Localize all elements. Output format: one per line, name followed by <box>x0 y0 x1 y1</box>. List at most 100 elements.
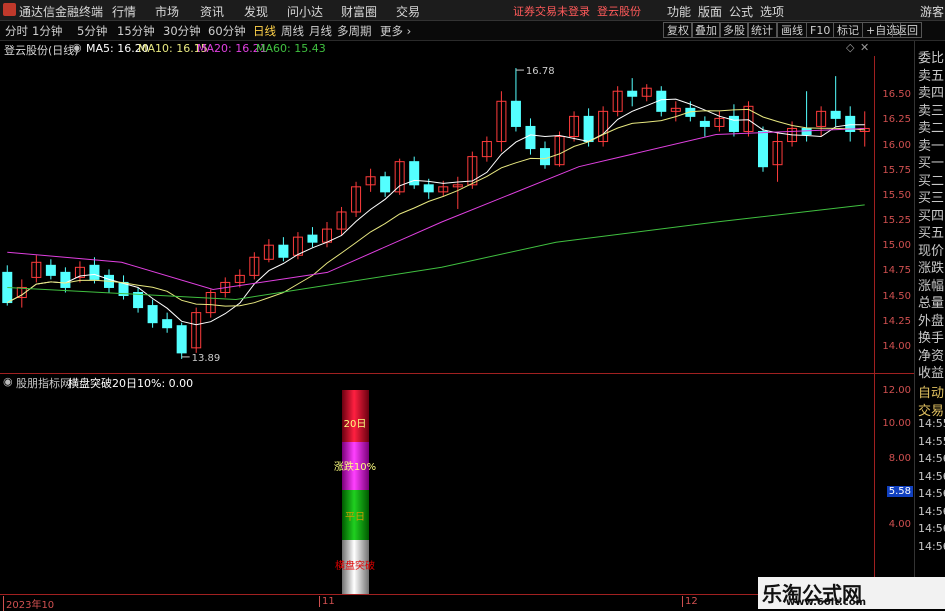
adjust-button[interactable]: 复权 <box>663 22 693 38</box>
trade-time-label[interactable]: 自动 <box>918 382 945 401</box>
candle-body <box>830 110 841 119</box>
trade-time-label[interactable]: 交易 <box>918 400 945 419</box>
candle-body <box>89 264 100 280</box>
candle-body <box>757 130 769 168</box>
candle-body <box>45 264 56 276</box>
quote-label: 卖四 <box>918 86 945 101</box>
trade-time-label: 14:56 <box>918 487 945 500</box>
trade-time-label: 14:56 <box>918 504 945 518</box>
period-60min[interactable]: 60分钟 <box>208 23 246 39</box>
ind-axis-label: 4.00 <box>888 519 911 530</box>
menu-function[interactable]: 功能 <box>667 3 691 20</box>
candle-body <box>525 125 536 150</box>
multi-stock-button[interactable]: 多股 <box>719 22 749 38</box>
login-notice[interactable]: 证券交易未登录 登云股份 <box>513 3 641 19</box>
app-logo-icon <box>3 3 16 16</box>
period-15min[interactable]: 15分钟 <box>117 23 155 39</box>
watermark: 乐淘公式网 www.60lt.com <box>758 577 945 609</box>
price-axis: 16.50 16.25 16.00 15.75 15.50 15.25 15.00 14.75… <box>874 56 915 373</box>
trade-time-label: 14:56 <box>918 469 945 483</box>
period-monthly[interactable]: 月线 <box>309 23 332 39</box>
quote-label: 收益 <box>918 366 945 381</box>
candle-body <box>699 120 710 127</box>
candle-body <box>380 176 391 193</box>
menu-trade[interactable]: 交易 <box>396 3 420 20</box>
watermark-url: www.60lt.com <box>786 597 867 608</box>
price-axis-label: 14.50 <box>882 290 911 302</box>
period-1min[interactable]: 1分钟 <box>32 23 62 39</box>
more-label: 更多 <box>380 24 403 38</box>
period-daily[interactable]: 日线 <box>253 23 276 39</box>
kline-chart[interactable]: 16.78 13.89 <box>0 56 874 373</box>
f10-button[interactable]: F10 <box>806 22 835 38</box>
quote-panel: 委比 卖五 卖四 卖三 卖二 卖一 买一 买二 买三 买四 买五 现价 涨跌 涨幅 总量 外盘 换手 净资 收益 自动… <box>914 41 945 609</box>
period-toolbar: 分时 1分钟 5分钟 15分钟 30分钟 60分钟 日线 周线 月线 多周期 更… <box>0 21 945 41</box>
menu-ask[interactable]: 问小达 <box>287 3 323 20</box>
menu-discover[interactable]: 发现 <box>244 3 268 20</box>
menu-news[interactable]: 资讯 <box>200 3 224 20</box>
candle-body <box>728 115 739 132</box>
menu-layout[interactable]: 版面 <box>698 3 722 20</box>
ind-axis-label: 10.00 <box>882 418 911 429</box>
menu-wealth[interactable]: 财富圈 <box>341 3 377 20</box>
overlay-button[interactable]: 叠加 <box>691 22 721 38</box>
low-label: 13.89 <box>192 353 221 364</box>
trade-time-label: 14:56 <box>918 452 945 465</box>
indicator-axis: 12.00 10.00 8.00 5.58 4.00 <box>874 374 915 594</box>
period-weekly[interactable]: 周线 <box>281 23 304 39</box>
quote-label: 卖二 <box>918 121 945 136</box>
candle-body <box>510 100 521 127</box>
quote-label: 买四 <box>918 208 945 224</box>
price-axis-label: 14.25 <box>882 315 911 327</box>
candle-body <box>162 319 173 329</box>
price-axis-label: 15.00 <box>882 240 911 252</box>
app-name: 通达信金融终端 <box>19 5 104 19</box>
candle-body <box>307 234 318 243</box>
price-axis-label: 16.25 <box>882 114 911 126</box>
high-label: 16.78 <box>526 66 555 77</box>
quote-label: 净资 <box>918 348 945 364</box>
ind-current-value: 5.58 <box>886 486 913 497</box>
seg-label-breakout: 横盘突破 <box>335 559 375 572</box>
quote-label: 涨跌 <box>918 261 945 276</box>
more-periods[interactable]: 更多 › <box>380 23 411 39</box>
guest-label[interactable]: 游客 <box>920 3 944 20</box>
indicator-settings-icon[interactable]: ◉ <box>3 375 13 388</box>
ma20-line <box>7 128 865 291</box>
period-5min[interactable]: 5分钟 <box>77 23 107 39</box>
quote-label: 换手 <box>918 331 945 346</box>
back-button[interactable]: 返回 <box>892 22 922 38</box>
trade-time-label: 14:56 <box>918 539 945 553</box>
menu-quotes[interactable]: 行情 <box>112 3 136 20</box>
candle-body <box>60 271 71 288</box>
settings-icon[interactable]: ◉ <box>72 41 82 54</box>
candle-body <box>278 244 289 258</box>
close-icon[interactable]: ✕ <box>860 41 869 54</box>
diamond-icon[interactable]: ◇ <box>846 41 854 54</box>
candle-body <box>627 90 638 97</box>
period-30min[interactable]: 30分钟 <box>163 23 201 39</box>
quote-label: 涨幅 <box>918 278 945 294</box>
seg-label-change: 涨跌10% <box>334 460 376 473</box>
candle-body <box>147 305 158 324</box>
draw-line-button[interactable]: 画线 <box>777 22 807 38</box>
trade-time-label: 14:55 <box>918 434 945 448</box>
date-label: 12 <box>682 596 698 607</box>
period-multi[interactable]: 多周期 <box>337 23 372 39</box>
quote-label: 买一 <box>918 156 945 171</box>
price-axis-label: 16.00 <box>882 139 911 151</box>
candle-body <box>539 148 551 166</box>
statistics-button[interactable]: 统计 <box>747 22 777 38</box>
menu-formula[interactable]: 公式 <box>729 3 753 20</box>
menu-market[interactable]: 市场 <box>155 3 179 20</box>
ma10-line <box>7 108 865 307</box>
mark-button[interactable]: 标记 <box>833 22 863 38</box>
menu-options[interactable]: 选项 <box>760 3 784 20</box>
quote-label: 买三 <box>918 191 945 206</box>
period-tick[interactable]: 分时 <box>5 23 28 39</box>
price-axis-label: 15.50 <box>882 189 911 201</box>
seg-label-20day: 20日 <box>344 419 367 430</box>
indicator-chart[interactable]: 20日 涨跌10% 平日 横盘突破 <box>0 389 874 594</box>
candle-body <box>801 127 812 135</box>
notice-text: 证券交易未登录 <box>513 5 590 18</box>
